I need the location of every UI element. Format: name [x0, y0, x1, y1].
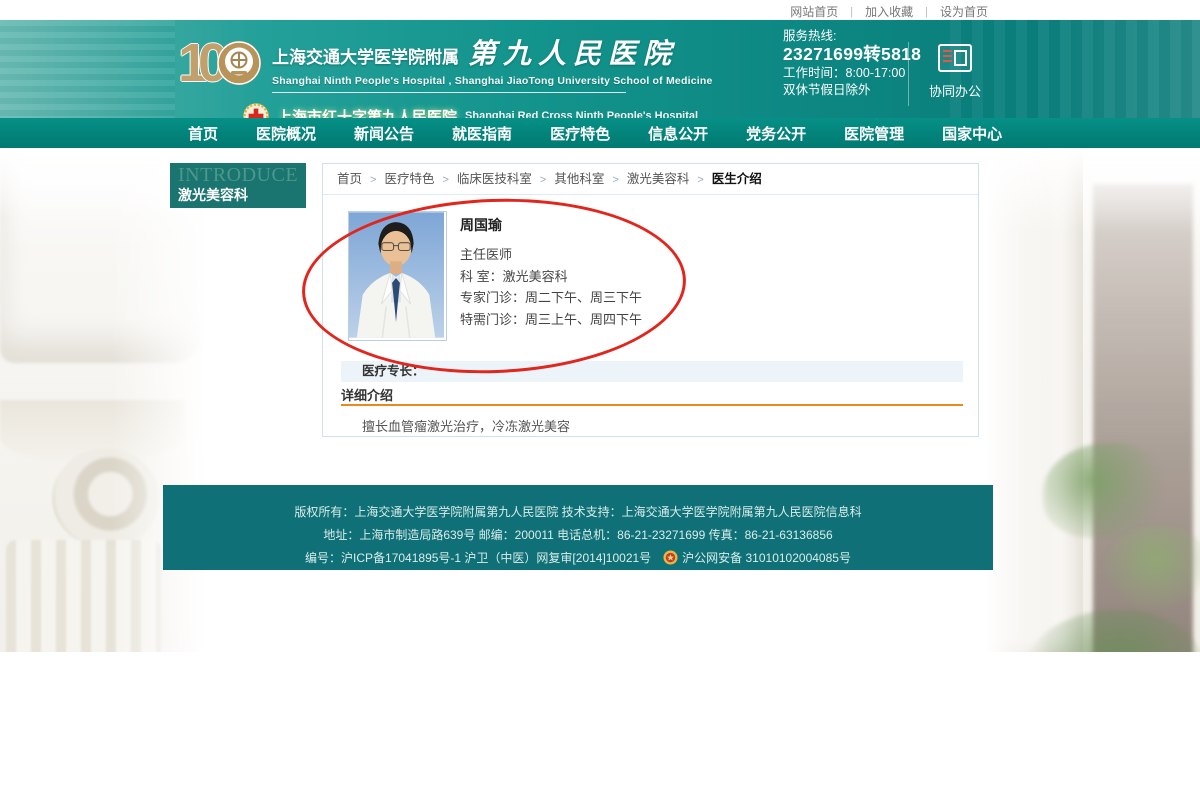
breadcrumb-item: 医生介绍 — [712, 172, 762, 186]
sidebar-dept-name: 激光美容科 — [178, 186, 298, 204]
topbar-link[interactable]: 网站首页 — [790, 3, 838, 20]
nav-item-3[interactable]: 就医指南 — [452, 123, 512, 144]
doctor-info: 周国瑜 主任医师 科 室：激光美容科 专家门诊：周二下午、周三下午 特需门诊：周… — [460, 215, 642, 330]
nav-item-5[interactable]: 信息公开 — [648, 123, 708, 144]
detail-text: 擅长血管瘤激光治疗，冷冻激光美容 — [362, 416, 570, 435]
police-badge-icon — [663, 550, 678, 573]
breadcrumb-separator: > — [540, 174, 546, 186]
top-utility-bar: 网站首页 | 加入收藏 | 设为首页 — [0, 0, 1200, 20]
doctor-title: 主任医师 — [460, 244, 642, 266]
hospital-title-english: Shanghai Ninth People's Hospital , Shang… — [272, 75, 713, 87]
hospital-title-block: 上海交通大学医学院附属 第九人民医院 Shanghai Ninth People… — [272, 32, 713, 93]
specialty-section-header: 医疗专长： — [341, 361, 963, 382]
nav-item-4[interactable]: 医疗特色 — [550, 123, 610, 144]
topbar-links: 网站首页 | 加入收藏 | 设为首页 — [790, 3, 988, 20]
background-photo-column — [0, 148, 215, 652]
doctor-intro-panel: 首页>医疗特色>临床医技科室>其他科室>激光美容科>医生介绍 周国瑜 主任 — [322, 163, 979, 437]
breadcrumb-separator: > — [612, 174, 618, 186]
breadcrumb-separator: > — [442, 174, 448, 186]
orange-divider — [341, 404, 963, 406]
hotline-label: 服务热线: — [783, 28, 921, 44]
main-nav: 首页 医院概况 新闻公告 就医指南 医疗特色 信息公开 党务公开 医院管理 国家中心 — [0, 118, 1200, 148]
oa-label: 协同办公 — [922, 81, 988, 100]
site-footer: 版权所有：上海交通大学医学院附属第九人民医院 技术支持：上海交通大学医学院附属第… — [163, 485, 993, 570]
anniversary-emblem-icon — [216, 40, 262, 86]
footer-address: 地址：上海市制造局路639号 邮编：200011 电话总机：86-21-2327… — [163, 524, 993, 547]
header-building-photo-left — [0, 20, 175, 118]
doctor-expert-clinic: 专家门诊：周二下午、周三下午 — [460, 287, 642, 309]
background-photo-plants — [985, 148, 1200, 652]
footer-icp-text: 编号：沪ICP备17041895号-1 沪卫（中医）网复审[2014]10021… — [305, 551, 651, 565]
hospital-title-prefix: 上海交通大学医学院附属 — [272, 43, 459, 68]
doctor-special-clinic: 特需门诊：周三上午、周四下午 — [460, 309, 642, 331]
work-time: 工作时间：8:00-17:00 — [783, 65, 921, 82]
site-header: 10 上海交通大学医学院附属 第九人民医院 Shanghai Ninth Peo… — [0, 20, 1200, 118]
topbar-separator: | — [925, 6, 928, 18]
breadcrumb: 首页 > 医疗特色 > 临床医技科室 > 其他科室 > 激光美容科 > 医生介绍 — [323, 164, 978, 195]
doctor-name: 周国瑜 — [460, 215, 642, 235]
breadcrumb-item[interactable]: 激光美容科 — [627, 172, 690, 186]
oa-office-link[interactable]: 协同办公 — [922, 44, 988, 100]
sidebar-dept-box[interactable]: INTRODUCE 激光美容科 — [170, 163, 306, 208]
topbar-separator: | — [850, 6, 853, 18]
doctor-department: 科 室：激光美容科 — [460, 266, 642, 288]
header-vertical-divider — [908, 42, 909, 106]
hotline-number: 23271699转5818 — [783, 44, 921, 65]
nav-item-2[interactable]: 新闻公告 — [354, 123, 414, 144]
breadcrumb-item[interactable]: 其他科室 — [554, 172, 604, 186]
breadcrumb-item[interactable]: 首页 — [337, 172, 362, 186]
topbar-link[interactable]: 设为首页 — [940, 3, 988, 20]
detail-section-label: 详细介绍 — [341, 385, 393, 404]
nav-item-0[interactable]: 首页 — [188, 123, 218, 144]
doctor-photo — [348, 211, 447, 341]
nav-item-1[interactable]: 医院概况 — [256, 123, 316, 144]
topbar-link[interactable]: 加入收藏 — [865, 3, 913, 20]
hospital-title-name: 第九人民医院 — [468, 32, 678, 72]
breadcrumb-item[interactable]: 医疗特色 — [384, 172, 434, 186]
footer-copyright: 版权所有：上海交通大学医学院附属第九人民医院 技术支持：上海交通大学医学院附属第… — [163, 501, 993, 524]
nav-item-8[interactable]: 国家中心 — [942, 123, 1002, 144]
footer-icp: 编号：沪ICP备17041895号-1 沪卫（中医）网复审[2014]10021… — [163, 547, 993, 573]
hotline-block: 服务热线: 23271699转5818 工作时间：8:00-17:00 双休节假… — [783, 28, 921, 99]
nav-item-7[interactable]: 医院管理 — [844, 123, 904, 144]
oa-window-icon — [938, 44, 972, 72]
breadcrumb-item[interactable]: 临床医技科室 — [457, 172, 532, 186]
nav-item-6[interactable]: 党务公开 — [746, 123, 806, 144]
anniversary-100-logo: 10 — [178, 30, 262, 96]
footer-police-record[interactable]: 沪公网安备 31010102004085号 — [682, 551, 851, 565]
breadcrumb-separator: > — [697, 174, 703, 186]
header-divider-line — [272, 92, 626, 93]
sidebar-introduce-label: INTRODUCE — [178, 165, 298, 186]
work-note: 双休节假日除外 — [783, 82, 921, 99]
breadcrumb-separator: > — [370, 174, 376, 186]
